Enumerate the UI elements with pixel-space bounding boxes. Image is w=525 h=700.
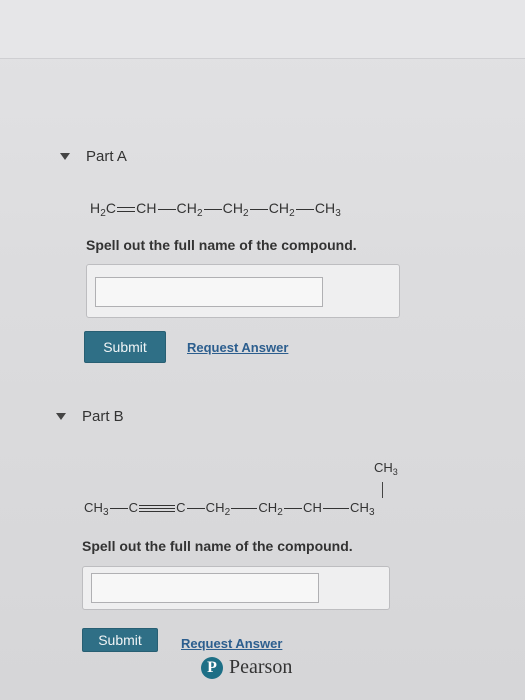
pearson-brand: P Pearson xyxy=(201,656,292,679)
collapse-caret-icon[interactable] xyxy=(60,153,70,160)
part-b-branch-methyl: CH3 xyxy=(374,460,398,477)
top-strip xyxy=(0,0,525,59)
part-a-instruction: Spell out the full name of the compound. xyxy=(86,237,357,253)
branch-bond xyxy=(382,482,383,498)
part-a-title: Part A xyxy=(86,148,127,165)
part-b-instruction: Spell out the full name of the compound. xyxy=(82,538,353,554)
part-b-answer-container xyxy=(82,566,390,610)
part-a-submit-button[interactable]: Submit xyxy=(84,331,166,363)
collapse-caret-icon[interactable] xyxy=(56,413,66,420)
triple-bond xyxy=(139,505,176,513)
part-b-submit-button[interactable]: Submit xyxy=(82,628,158,652)
pearson-logo-icon: P xyxy=(201,656,223,679)
part-b-answer-input[interactable] xyxy=(91,573,319,603)
part-a-answer-input[interactable] xyxy=(95,277,323,307)
part-b-formula: CH3 C C CH2 CH2 CH CH3 xyxy=(84,500,375,518)
part-b-title: Part B xyxy=(82,408,124,425)
double-bond xyxy=(117,206,136,212)
part-a-request-answer-link[interactable]: Request Answer xyxy=(187,340,288,355)
part-a-formula: H2C CH CH2 CH2 CH2 CH3 xyxy=(90,200,341,219)
part-a-answer-container xyxy=(86,264,400,318)
pearson-name: Pearson xyxy=(229,656,293,678)
part-b-header[interactable]: Part B xyxy=(56,408,124,425)
part-b-request-answer-link[interactable]: Request Answer xyxy=(181,636,282,651)
part-a-header[interactable]: Part A xyxy=(60,148,127,165)
